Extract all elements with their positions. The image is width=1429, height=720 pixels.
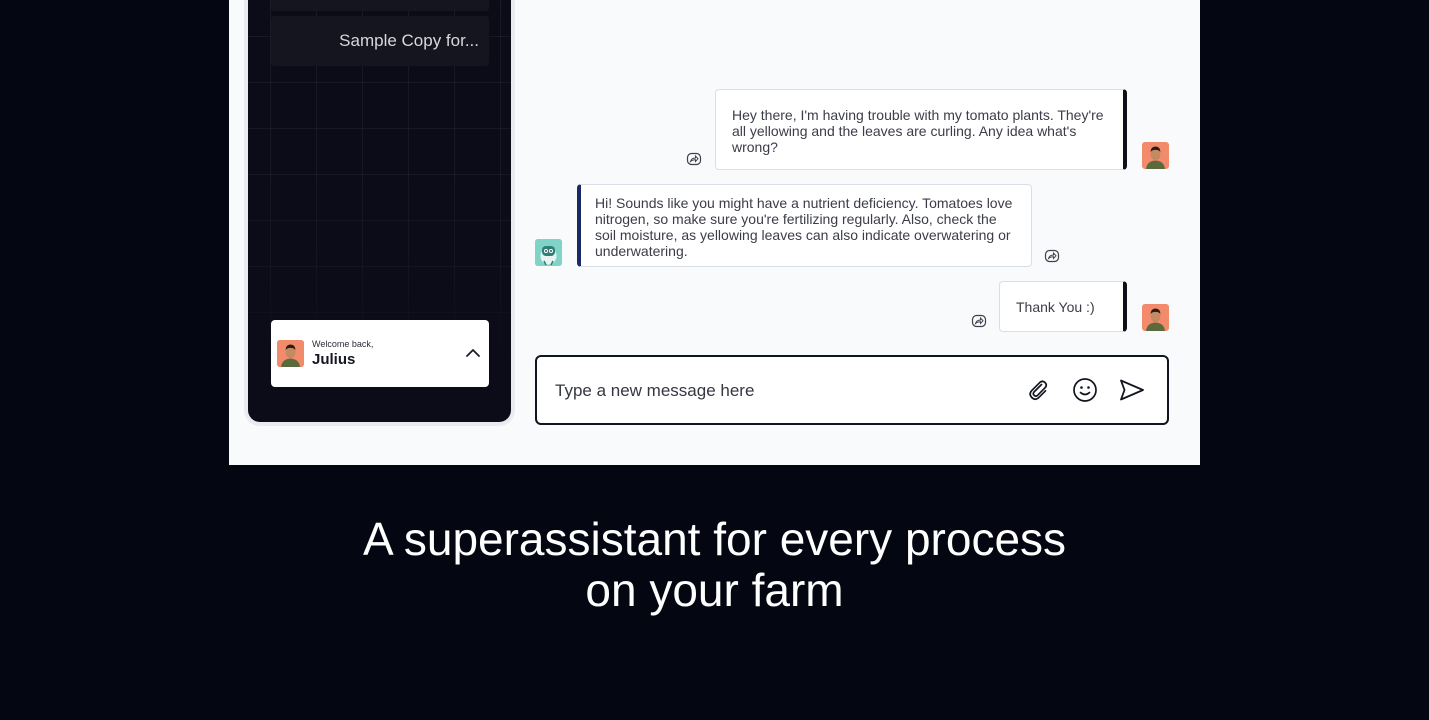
- sidebar: Sample Copy for... Welcome back, Julius: [248, 0, 511, 422]
- paperclip-icon: [1029, 380, 1048, 401]
- user-message: Hey there, I'm having trouble with my to…: [715, 89, 1127, 170]
- share-icon[interactable]: [1044, 248, 1060, 264]
- user-avatar: [1142, 304, 1169, 331]
- assistant-avatar: [535, 239, 562, 266]
- user-avatar: [1142, 142, 1169, 169]
- smiley-icon: [1073, 378, 1097, 402]
- message-input[interactable]: [553, 378, 997, 404]
- user-card[interactable]: Welcome back, Julius: [271, 320, 489, 387]
- avatar: [277, 340, 304, 367]
- share-icon[interactable]: [971, 313, 987, 329]
- emoji-button[interactable]: [1070, 375, 1100, 405]
- send-icon: [1120, 379, 1144, 401]
- share-icon[interactable]: [686, 151, 702, 167]
- hero-headline: A superassistant for every process on yo…: [0, 514, 1429, 616]
- assistant-message: Hi! Sounds like you might have a nutrien…: [577, 184, 1032, 267]
- user-message: Thank You :): [999, 281, 1127, 332]
- welcome-text: Welcome back,: [312, 339, 374, 349]
- headline-line-2: on your farm: [585, 564, 844, 616]
- chat-history-item[interactable]: Sample Copy for...: [271, 16, 489, 66]
- send-button[interactable]: [1117, 375, 1147, 405]
- message-composer: [535, 355, 1169, 425]
- chevron-up-icon[interactable]: [465, 345, 481, 361]
- app-preview: Sample Copy for... Welcome back, Julius: [229, 0, 1200, 465]
- attach-button[interactable]: [1023, 375, 1053, 405]
- user-name: Julius: [312, 351, 356, 368]
- headline-line-1: A superassistant for every process: [362, 513, 1067, 565]
- chat-history-item[interactable]: [271, 0, 489, 11]
